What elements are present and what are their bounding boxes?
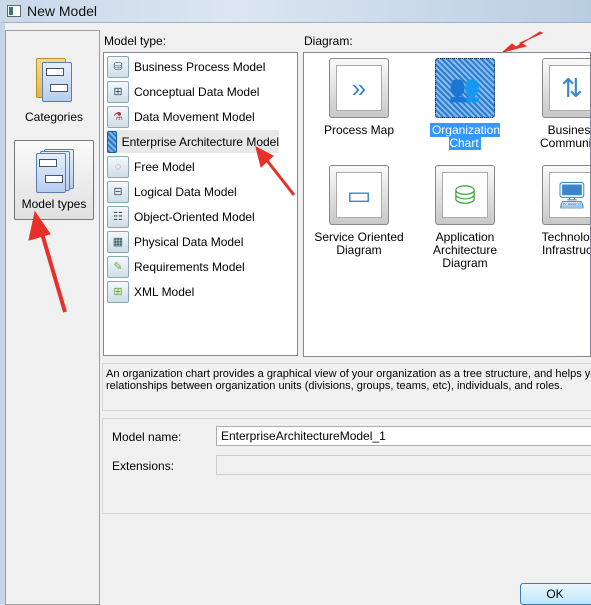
description-line: relationships between organization units…: [106, 380, 563, 392]
model-types-label: Model types: [21, 197, 87, 211]
logical-data-icon: ⊟: [107, 180, 129, 203]
free-model-icon: ◌: [107, 155, 129, 178]
categories-button[interactable]: Categories: [14, 58, 94, 124]
list-item-data-movement[interactable]: ⚗ Data Movement Model: [107, 105, 255, 128]
item-label: Free Model: [134, 159, 195, 174]
diagram-organization-chart[interactable]: 👥 Organization Chart: [415, 58, 515, 150]
list-item-object-oriented[interactable]: ☷ Object-Oriented Model: [107, 205, 255, 228]
diagram-application-architecture[interactable]: ⛁ Application Architecture Diagram: [415, 165, 515, 270]
diagram-process-map[interactable]: » Process Map: [309, 58, 409, 137]
item-label: Conceptual Data Model: [134, 84, 260, 99]
process-map-icon: »: [336, 65, 382, 111]
conceptual-data-icon: ⊞: [107, 80, 129, 103]
model-types-icon: [34, 149, 74, 195]
model-type-list[interactable]: ⛁ Business Process Model ⊞ Conceptual Data…: [103, 52, 298, 356]
diagram-name: Architecture Diagram: [432, 243, 498, 270]
item-label: XML Model: [134, 284, 195, 299]
categories-icon: [34, 58, 74, 104]
extensions-label: Extensions:: [112, 459, 175, 473]
item-label: Logical Data Model: [134, 184, 237, 199]
item-label: Object-Oriented Model: [134, 209, 255, 224]
diagram-label: Diagram:: [304, 34, 353, 48]
diagram-service-oriented[interactable]: ▭ Service Oriented Diagram: [309, 165, 409, 257]
item-label: Enterprise Architecture Model: [121, 134, 279, 149]
application-architecture-icon: ⛁: [442, 172, 488, 218]
business-process-icon: ⛁: [107, 55, 129, 78]
diagram-name: Process Map: [323, 123, 395, 137]
data-movement-icon: ⚗: [107, 105, 129, 128]
app-icon: [7, 5, 21, 17]
item-label: Requirements Model: [134, 259, 245, 274]
diagram-name: Communica: [539, 136, 590, 150]
list-item-conceptual-data[interactable]: ⊞ Conceptual Data Model: [107, 80, 259, 103]
diagram-business-communication[interactable]: ⇅ BusinessCommunica: [522, 58, 591, 150]
model-types-button[interactable]: Model types: [14, 140, 94, 220]
technology-infrastructure-icon: 🖥: [549, 172, 590, 218]
diagram-name: Business: [547, 123, 591, 137]
physical-data-icon: ▦: [107, 230, 129, 253]
description-line: An organization chart provides a graphic…: [106, 368, 591, 380]
diagram-technology-infrastructure[interactable]: 🖥 Technology Infrastructu: [522, 165, 590, 257]
business-communication-icon: ⇅: [549, 65, 590, 111]
extensions-field: [216, 455, 591, 475]
categories-label: Categories: [24, 110, 84, 124]
ok-button[interactable]: OK: [520, 583, 591, 605]
diagram-name: Service Oriented: [314, 230, 404, 244]
object-oriented-icon: ☷: [107, 205, 129, 228]
model-type-label: Model type:: [104, 34, 167, 48]
list-item-logical-data[interactable]: ⊟ Logical Data Model: [107, 180, 237, 203]
item-label: Data Movement Model: [134, 109, 255, 124]
item-label: Physical Data Model: [134, 234, 244, 249]
model-name-input[interactable]: EnterpriseArchitectureModel_1: [216, 426, 591, 446]
list-item-business-process[interactable]: ⛁ Business Process Model: [107, 55, 265, 78]
list-item-enterprise-architecture[interactable]: Enterprise Architecture Model: [107, 130, 279, 153]
diagram-name: Diagram: [336, 243, 382, 257]
diagram-description: An organization chart provides a graphic…: [102, 363, 591, 411]
list-item-physical-data[interactable]: ▦ Physical Data Model: [107, 230, 243, 253]
service-oriented-icon: ▭: [336, 172, 382, 218]
diagram-name: Organization Chart: [429, 123, 501, 150]
list-item-requirements[interactable]: ✎ Requirements Model: [107, 255, 245, 278]
model-name-label: Model name:: [112, 430, 182, 444]
enterprise-architecture-icon: [107, 130, 117, 153]
diagram-name: Application: [435, 230, 495, 244]
xml-model-icon: ⊞: [107, 280, 129, 303]
title-bar: New Model: [0, 0, 591, 24]
diagram-name: Technology Infrastructu: [541, 230, 590, 257]
org-chart-icon: 👥: [448, 72, 482, 103]
diagram-list[interactable]: » Process Map 👥 Organization Chart ⇅ Busine…: [303, 52, 591, 357]
requirements-icon: ✎: [107, 255, 129, 278]
item-label: Business Process Model: [134, 59, 266, 74]
list-item-xml-model[interactable]: ⊞ XML Model: [107, 280, 194, 303]
list-item-free-model[interactable]: ◌ Free Model: [107, 155, 195, 178]
window-title: New Model: [27, 3, 98, 19]
